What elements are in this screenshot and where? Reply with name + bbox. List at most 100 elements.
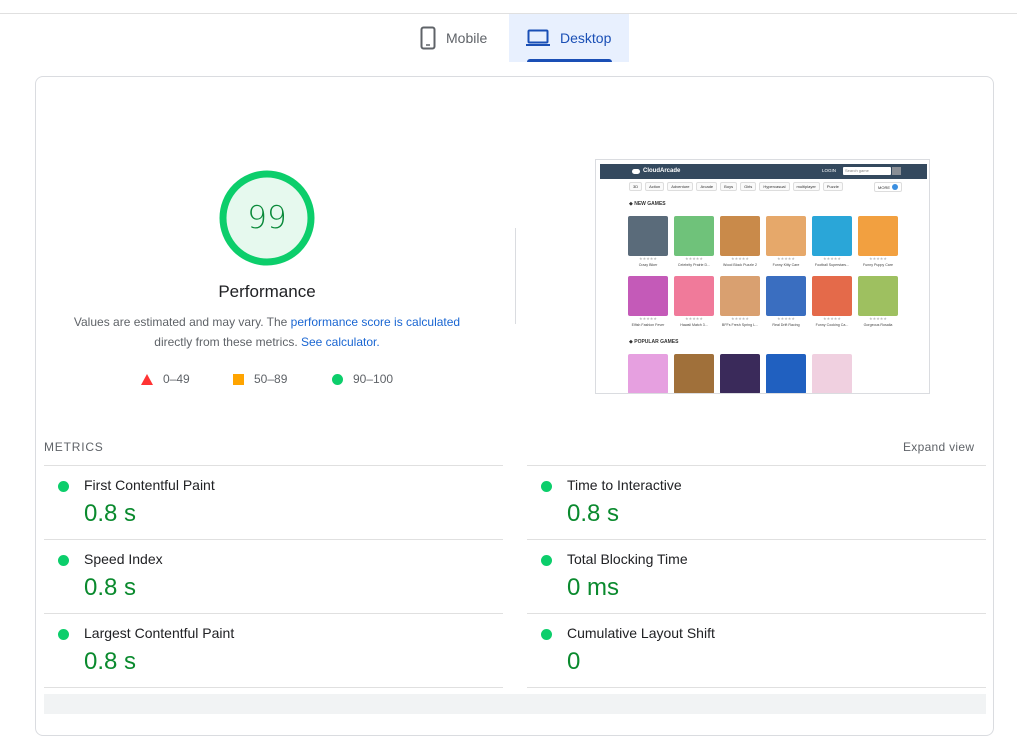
see-calculator-link[interactable]: See calculator.	[301, 335, 380, 349]
metrics-heading: METRICS	[44, 440, 104, 454]
thumb-categories: 3D Action Adventure Arcade Boys Girls Hypercas…	[629, 182, 843, 191]
vertical-divider	[515, 228, 516, 324]
pass-circle-icon	[541, 555, 552, 566]
legend-fail-label: 0–49	[163, 372, 190, 386]
thumb-game-tile: ★★★★★ Football Superstars...	[812, 216, 852, 271]
thumb-game-image	[766, 216, 806, 256]
phone-icon	[420, 26, 436, 50]
thumb-game-name: Wood Block Puzzle 2	[723, 263, 757, 267]
thumb-category: Girls	[740, 182, 757, 191]
thumb-game-name: Football Superstars...	[814, 263, 850, 267]
thumb-game-name: Celebrity Prairie D...	[677, 263, 711, 267]
metric-name: Speed Index	[84, 551, 163, 567]
metric-divider	[527, 465, 986, 466]
thumb-game-tile: ★★★★★ Funny Puppy Care	[858, 216, 898, 271]
thumb-game-name: BFFs Fresh Spring L...	[721, 323, 759, 327]
metric-divider	[527, 687, 986, 688]
tab-mobile-label: Mobile	[446, 30, 488, 46]
thumb-game-image	[674, 276, 714, 316]
pass-circle-icon	[58, 629, 69, 640]
thumb-category: multiplayer	[792, 182, 820, 191]
tab-mobile[interactable]: Mobile	[408, 14, 506, 62]
thumb-game-image	[858, 216, 898, 256]
tab-desktop-label: Desktop	[560, 30, 612, 46]
metric-divider	[44, 687, 503, 688]
page-screenshot: CloudArcade LOGIN Search game 3D Action Ad…	[595, 159, 930, 394]
thumb-category: Hypercasual	[759, 182, 790, 191]
thumb-section-popular-label: POPULAR GAMES	[634, 339, 679, 345]
thumb-game-tile: ★★★★★ Gorgeous Rosalia	[858, 276, 898, 331]
legend-fail: 0–49	[141, 372, 190, 386]
thumb-game-name: Funny Puppy Care	[863, 263, 893, 267]
thumb-game-name: Real Drift Racing	[772, 323, 800, 327]
thumb-search: Search game	[843, 167, 891, 175]
thumb-section-popular: ◆ POPULAR GAMES	[629, 339, 679, 345]
metric-name: Cumulative Layout Shift	[567, 625, 715, 641]
thumb-category: Boys	[720, 182, 738, 191]
expand-view-button[interactable]: Expand view	[903, 440, 974, 454]
thumb-game-name: Funny Cooking Ca...	[815, 323, 849, 327]
metric-name: Time to Interactive	[567, 477, 682, 493]
thumb-game-name: Elfish Fashion Fever	[631, 323, 665, 327]
metric-value: 0	[567, 648, 581, 675]
pass-circle-icon	[541, 629, 552, 640]
thumb-game-image	[628, 276, 668, 316]
metric-name: First Contentful Paint	[84, 477, 215, 493]
thumb-game-image	[812, 276, 852, 316]
score-description: Values are estimated and may vary. The p…	[58, 313, 476, 352]
metric-value: 0 ms	[567, 574, 620, 601]
bottom-panel	[44, 694, 986, 714]
pass-circle-icon	[541, 481, 552, 492]
thumb-game-tile: ★★★★★ Wood Block Puzzle 2	[720, 216, 760, 271]
thumb-section-new: ◆ NEW GAMES	[629, 201, 666, 207]
legend-average: 50–89	[233, 372, 287, 386]
laptop-icon	[526, 29, 550, 47]
metric-divider	[527, 539, 986, 540]
thumb-category: Puzzle	[822, 182, 843, 191]
metric-value: 0.8 s	[84, 500, 137, 527]
thumb-popular-tile	[674, 354, 714, 393]
thumb-game-name: Gorgeous Rosalia	[863, 323, 893, 327]
thumb-game-tile: ★★★★★ Hawaii Match 3...	[674, 276, 714, 331]
thumb-popular-image	[720, 354, 760, 393]
thumb-section-new-label: NEW GAMES	[634, 201, 666, 207]
thumb-popular-tile	[720, 354, 760, 393]
cloud-icon	[632, 168, 640, 174]
performance-title: Performance	[218, 282, 316, 301]
legend-average-label: 50–89	[254, 372, 288, 386]
thumb-game-tile: ★★★★★ BFFs Fresh Spring L...	[720, 276, 760, 331]
metric-name: Largest Contentful Paint	[84, 625, 235, 641]
metric-value: 0.8 s	[84, 574, 137, 601]
thumb-popular-tile	[858, 354, 898, 393]
thumb-game-image	[720, 216, 760, 256]
triangle-icon	[141, 373, 153, 385]
thumb-category: Adventure	[667, 182, 694, 191]
thumb-game-image	[766, 276, 806, 316]
legend-pass: 90–100	[332, 372, 393, 386]
metric-divider	[44, 539, 503, 540]
thumb-search-button	[892, 167, 901, 175]
thumb-game-image	[812, 216, 852, 256]
metric-divider	[44, 465, 503, 466]
metric-value: 0.8 s	[84, 648, 137, 675]
thumb-game-image	[628, 216, 668, 256]
thumb-game-name: Funny Kitty Care	[772, 263, 800, 267]
thumb-game-tile: ★★★★★ Crazy Biker	[628, 216, 668, 271]
circle-icon	[332, 373, 343, 385]
desc-text-2: directly from these metrics.	[154, 334, 301, 349]
thumb-game-name: Hawaii Match 3...	[680, 323, 708, 327]
tab-desktop[interactable]: Desktop	[509, 14, 629, 62]
desc-text-1: Values are estimated and may vary. The	[73, 315, 291, 329]
thumb-more-icon	[892, 184, 898, 190]
thumb-game-image	[858, 276, 898, 316]
metric-name: Total Blocking Time	[567, 551, 688, 567]
pass-circle-icon	[58, 555, 69, 566]
thumb-login: LOGIN	[822, 168, 837, 173]
thumb-popular-image	[766, 354, 806, 393]
thumb-header: CloudArcade LOGIN Search game	[600, 164, 927, 179]
thumb-game-image	[720, 276, 760, 316]
thumb-category: Arcade	[696, 182, 718, 191]
score-calculated-link[interactable]: performance score is calculated	[291, 315, 460, 329]
thumb-popular-image	[674, 354, 714, 393]
thumb-game-tile: ★★★★★ Funny Kitty Care	[766, 216, 806, 271]
